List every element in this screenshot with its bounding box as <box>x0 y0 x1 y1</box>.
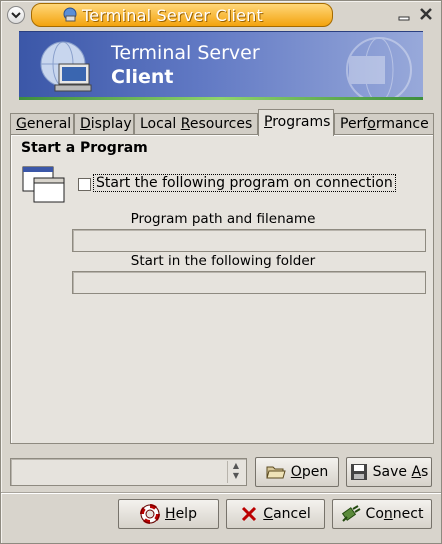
cancel-button[interactable]: Cancel <box>226 499 325 529</box>
chevron-down-icon <box>11 12 21 19</box>
spin-arrows-icon[interactable]: ▲ ▼ <box>227 461 244 483</box>
folder-open-icon <box>266 466 286 479</box>
button-separator <box>1 492 441 493</box>
connect-button[interactable]: Connect <box>332 499 432 529</box>
header-banner: Terminal Server Client <box>19 31 423 100</box>
network-computer-icon <box>62 7 78 27</box>
help-button-label: Help <box>165 506 197 522</box>
cancel-button-label: Cancel <box>263 506 311 522</box>
tab-local-resources[interactable]: Local Resources <box>134 113 258 135</box>
open-button[interactable]: Open <box>255 457 339 487</box>
tsclient-window: Terminal Server Client Terminal Server C… <box>0 0 442 544</box>
background-globe-icon <box>346 37 412 100</box>
save-as-button[interactable]: Save As <box>346 457 432 487</box>
tab-general[interactable]: General <box>10 113 74 135</box>
lifebuoy-icon <box>140 504 161 524</box>
open-button-label: Open <box>290 464 329 480</box>
minimize-icon <box>398 16 410 21</box>
section-title: Start a Program <box>21 140 148 156</box>
cancel-x-icon <box>242 506 257 522</box>
connect-button-label: Connect <box>365 506 424 522</box>
connect-plug-icon <box>341 505 361 522</box>
title-bar[interactable]: Terminal Server Client <box>31 3 333 27</box>
start-folder-input[interactable] <box>72 271 426 294</box>
tab-display[interactable]: Display <box>74 113 134 135</box>
help-button[interactable]: Help <box>118 499 219 529</box>
start-folder-label: Start in the following folder <box>130 253 316 269</box>
profile-combo[interactable]: ▲ ▼ <box>10 458 247 486</box>
window-title: Terminal Server Client <box>82 6 263 25</box>
program-path-label: Program path and filename <box>130 211 316 227</box>
window-menu-button[interactable] <box>7 6 25 24</box>
floppy-disk-icon <box>350 464 367 480</box>
programs-panel: Start a Program Start the following prog… <box>10 134 434 444</box>
close-button[interactable] <box>417 5 435 23</box>
start-program-checkbox[interactable] <box>78 178 91 191</box>
tab-programs[interactable]: Programs <box>258 109 334 136</box>
close-icon <box>420 8 432 20</box>
program-path-input[interactable] <box>72 229 426 252</box>
globe-computer-icon <box>40 41 92 92</box>
banner-title-line2: Client <box>111 66 174 88</box>
tab-performance[interactable]: Performance <box>334 113 434 135</box>
start-program-checkbox-label[interactable]: Start the following program on connectio… <box>93 174 396 192</box>
program-windows-icon <box>22 166 65 203</box>
banner-accent-line <box>19 97 423 100</box>
save-as-button-label: Save As <box>372 464 429 480</box>
minimize-button[interactable] <box>395 5 413 23</box>
banner-title-line1: Terminal Server <box>111 42 260 64</box>
